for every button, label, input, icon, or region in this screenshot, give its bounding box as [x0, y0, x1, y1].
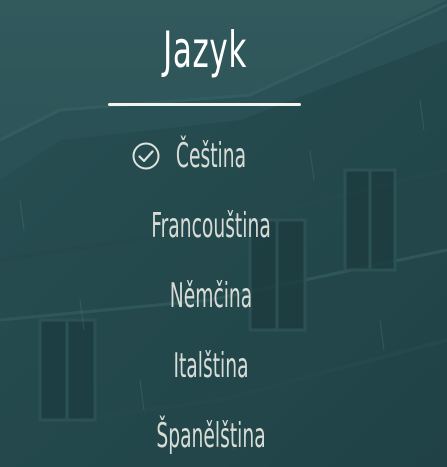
- language-option-spanelstina[interactable]: Španělština: [0, 402, 422, 467]
- language-label: Francouština: [151, 206, 271, 246]
- title-underline: [108, 103, 301, 106]
- language-label: Němčina: [169, 276, 253, 316]
- language-option-italstina[interactable]: Italština: [0, 332, 422, 402]
- language-label: Italština: [173, 346, 249, 386]
- language-menu: Jazyk Čeština Francouština Němčina Italš…: [0, 0, 447, 467]
- language-option-francoustina[interactable]: Francouština: [0, 192, 422, 262]
- language-option-cestina[interactable]: Čeština: [0, 122, 422, 192]
- language-list: Čeština Francouština Němčina Italština Š…: [0, 122, 422, 467]
- page-title: Jazyk: [163, 21, 247, 79]
- language-label: Španělština: [156, 416, 266, 456]
- language-label: Čeština: [175, 136, 247, 176]
- language-option-nemcina[interactable]: Němčina: [0, 262, 422, 332]
